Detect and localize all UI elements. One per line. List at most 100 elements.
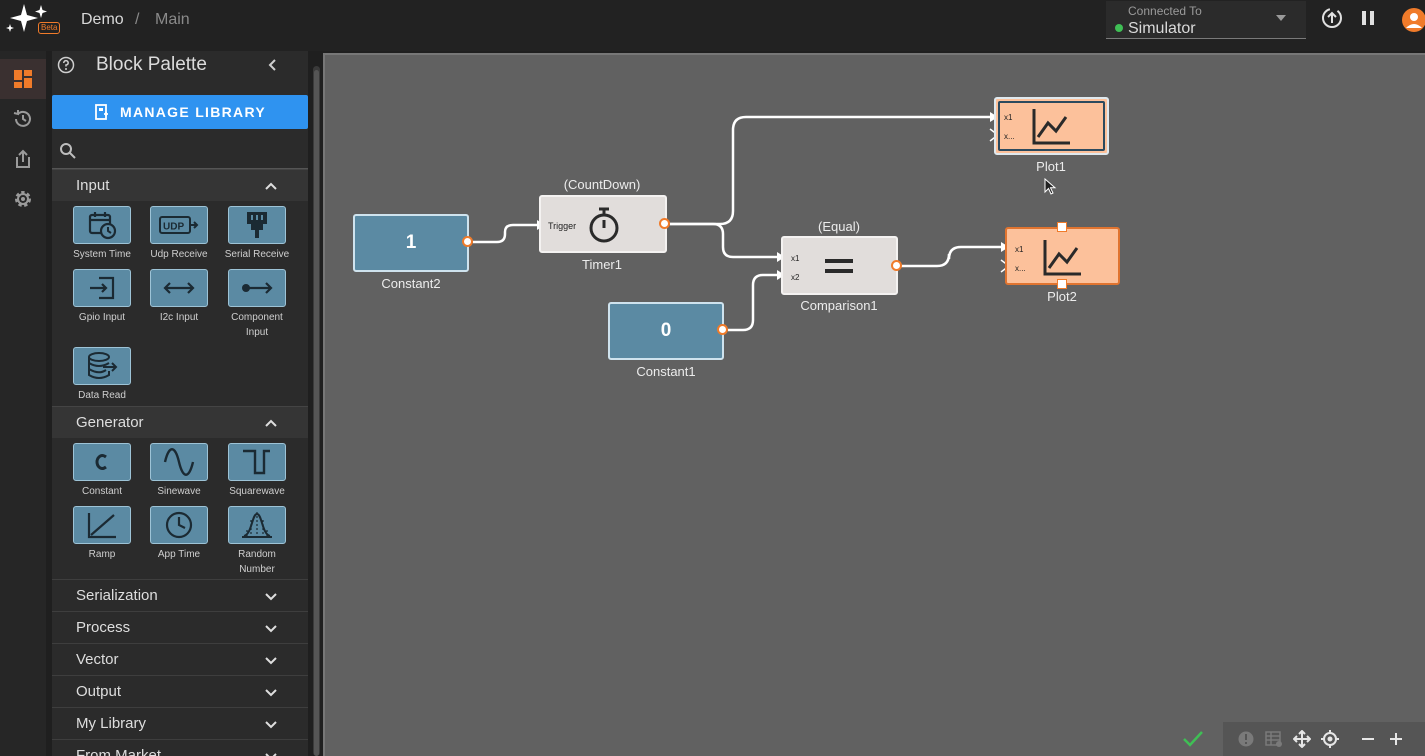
connection-status-dot [1115, 24, 1123, 32]
node-constant1[interactable]: 0 [608, 302, 724, 360]
section-output[interactable]: Output [52, 675, 308, 707]
section-from-market[interactable]: From Market [52, 739, 308, 756]
chevron-up-icon [265, 419, 277, 427]
section-input[interactable]: Input [52, 169, 308, 201]
block-data-read[interactable]: Data Read [67, 347, 137, 403]
deploy-icon[interactable] [1320, 6, 1344, 30]
breadcrumb-separator: / [135, 11, 140, 28]
rail-item-history[interactable] [0, 99, 46, 139]
section-serialization[interactable]: Serialization [52, 579, 308, 611]
comparison1-mode: (Equal) [818, 219, 860, 234]
info-icon[interactable] [1237, 730, 1255, 748]
pan-icon[interactable] [1293, 730, 1311, 748]
equals-icon [825, 259, 853, 273]
wire-constant1-comparison1 [728, 273, 777, 332]
label-comparison1: Comparison1 [800, 298, 878, 313]
chevron-down-icon [265, 689, 277, 697]
palette-header: Block Palette [52, 51, 308, 91]
section-process[interactable]: Process [52, 611, 308, 643]
block-random-number[interactable]: Random Number [222, 506, 292, 577]
constant2-value: 1 [405, 232, 417, 253]
section-process-label: Process [76, 619, 131, 636]
block-app-time[interactable]: App Time [144, 506, 214, 562]
zoom-in-icon[interactable] [1387, 730, 1405, 748]
block-label: Sinewave [157, 486, 201, 497]
node-plot2[interactable]: x1 x... [1005, 227, 1120, 285]
block-sinewave[interactable]: Sinewave [144, 443, 214, 499]
history-icon [13, 110, 31, 127]
resize-handle-top[interactable] [1057, 222, 1067, 232]
plot2-port-x2: x... [1015, 264, 1026, 273]
i2c-input-icon [150, 269, 208, 307]
settings-icon [15, 191, 31, 207]
table-view-icon[interactable] [1265, 730, 1283, 748]
block-label: App Time [157, 549, 201, 560]
sinewave-icon [150, 443, 208, 481]
block-label: Constant [81, 486, 123, 497]
block-label: Serial Receive [224, 249, 290, 260]
top-bar: Beta Demo / Main Connected To Simulator [0, 0, 1425, 51]
palette-scrollbar-thumb[interactable] [314, 70, 319, 756]
block-label: Component Input [231, 312, 283, 338]
plot1-port-x2: x... [1004, 132, 1015, 141]
node-timer1[interactable]: Trigger [539, 195, 667, 253]
block-squarewave[interactable]: Squarewave [222, 443, 292, 499]
block-system-time[interactable]: System Time [67, 206, 137, 262]
help-icon[interactable] [57, 56, 75, 74]
resize-handle-bottom[interactable] [1057, 279, 1067, 289]
node-plot1[interactable]: x1 x... [994, 97, 1109, 155]
plot1-port-x1: x1 [1004, 113, 1013, 122]
ramp-icon [73, 506, 131, 544]
node-comparison1[interactable]: x1 x2 [781, 236, 898, 295]
section-my-library-label: My Library [76, 715, 147, 732]
zoom-out-icon[interactable] [1359, 730, 1377, 748]
block-constant[interactable]: Constant [67, 443, 137, 499]
node-constant2[interactable]: 1 [353, 214, 469, 272]
wire-timer1-comparison1 [670, 222, 777, 259]
line-chart-icon [1043, 240, 1081, 276]
block-palette: Block Palette MANAGE LIBRARY Input Syste… [52, 51, 308, 756]
timer1-mode: (CountDown) [563, 177, 641, 192]
share-icon [16, 149, 30, 168]
section-my-library[interactable]: My Library [52, 707, 308, 739]
block-ramp[interactable]: Ramp [67, 506, 137, 562]
connection-select[interactable]: Connected To Simulator [1106, 1, 1306, 39]
block-label: Udp Receive [150, 249, 208, 260]
block-udp-receive[interactable]: UDP Udp Receive [144, 206, 214, 262]
block-serial-receive[interactable]: Serial Receive [222, 206, 292, 262]
rail-item-settings[interactable] [0, 179, 46, 219]
block-label: Random Number [238, 549, 276, 575]
manage-library-label: MANAGE LIBRARY [119, 104, 266, 120]
block-component-input[interactable]: Component Input [222, 269, 292, 340]
connections-layer [473, 112, 1011, 332]
comparison1-port-x2: x2 [791, 273, 800, 282]
section-vector[interactable]: Vector [52, 643, 308, 675]
chevron-down-icon [265, 625, 277, 633]
line-chart-icon [1032, 109, 1070, 145]
connection-label: Connected To [1128, 4, 1202, 18]
port-constant2-out[interactable] [462, 236, 473, 247]
chevron-left-icon[interactable] [266, 58, 280, 72]
user-avatar-icon[interactable] [1402, 8, 1425, 32]
port-constant1-out[interactable] [717, 324, 728, 335]
port-timer1-out[interactable] [659, 218, 670, 229]
udp-receive-icon: UDP [150, 206, 208, 244]
breadcrumb-project[interactable]: Demo [81, 10, 124, 30]
block-label: Ramp [88, 549, 116, 560]
stopwatch-icon [589, 207, 619, 243]
rail-item-dashboard[interactable] [0, 59, 46, 99]
pause-icon[interactable] [1356, 6, 1380, 30]
search-input[interactable] [82, 139, 302, 165]
section-generator[interactable]: Generator [52, 406, 308, 438]
diagram-canvas[interactable]: 1 Constant2 (CountDown) Trigger Timer1 0… [323, 53, 1425, 756]
port-comparison1-out[interactable] [891, 260, 902, 271]
manage-library-button[interactable]: MANAGE LIBRARY [52, 95, 308, 129]
rail-item-share[interactable] [0, 139, 46, 179]
chevron-down-icon [265, 753, 277, 756]
block-i2c-input[interactable]: I2c Input [144, 269, 214, 325]
wire-timer1-plot1 [670, 115, 990, 226]
label-plot1: Plot1 [1036, 159, 1066, 174]
center-focus-icon[interactable] [1321, 730, 1339, 748]
app-root: Beta Demo / Main Connected To Simulator [0, 0, 1425, 756]
block-gpio-input[interactable]: Gpio Input [67, 269, 137, 325]
